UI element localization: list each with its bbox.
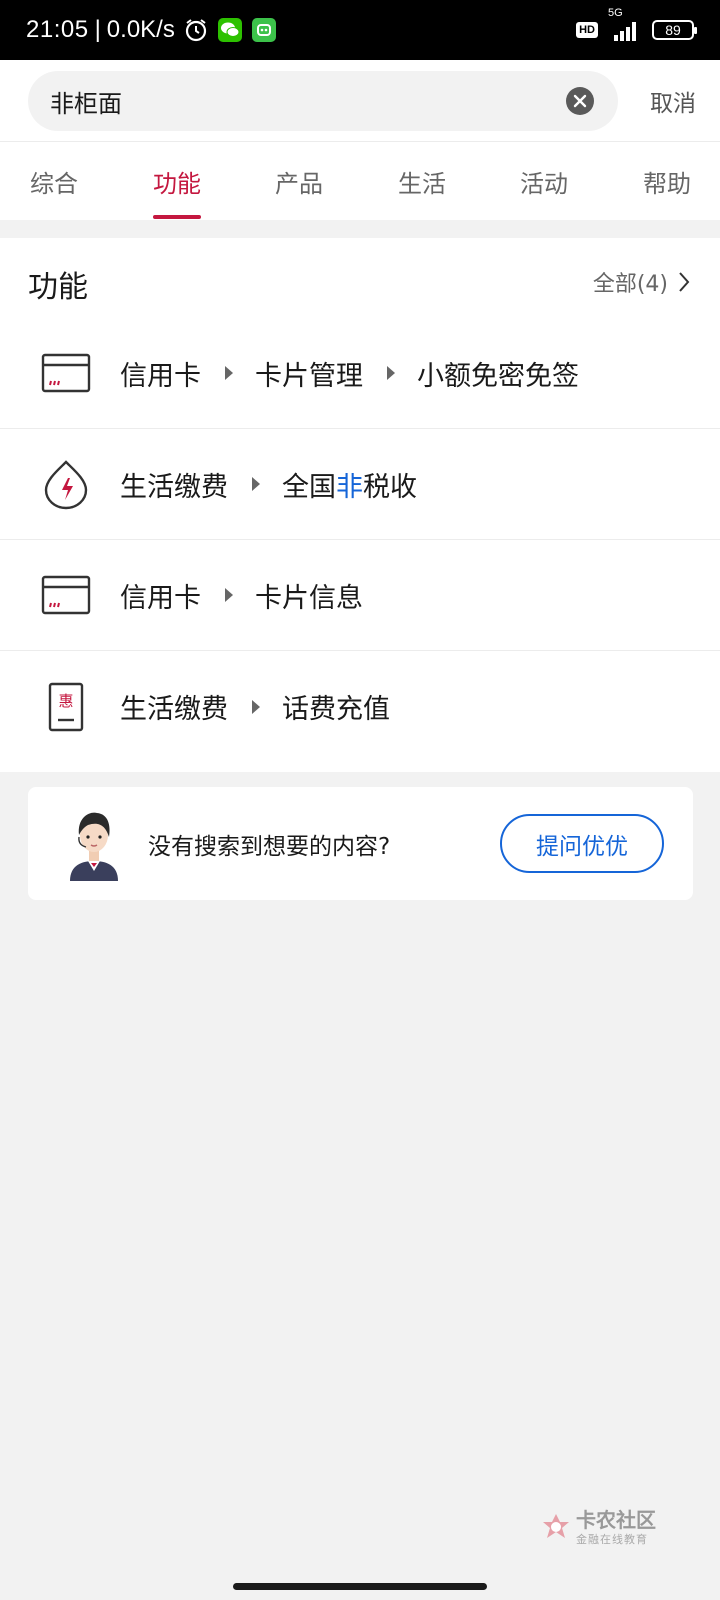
watermark-subtitle: 金融在线教育: [576, 1533, 648, 1546]
search-header: 取消: [0, 60, 720, 142]
function-path: 信用卡 卡片管理 小额免密免签: [120, 354, 579, 393]
phone-recharge-icon-glyph: 惠: [58, 692, 73, 710]
signal-icon: 5G: [608, 7, 642, 41]
caret-right-icon: [252, 477, 260, 491]
tab-help[interactable]: 帮助: [643, 164, 691, 199]
credit-card-icon: [40, 347, 92, 399]
path-segment: 生活缴费: [120, 694, 228, 725]
battery-level: 89: [665, 22, 681, 38]
home-indicator[interactable]: [233, 1583, 487, 1590]
battery-icon: 89: [652, 20, 697, 40]
watermark: 卡农社区 金融在线教育: [540, 1510, 656, 1545]
status-bar: 21:05 | 0.0K/s HD 5G 89: [0, 0, 720, 60]
category-tabs: 综合 功能 产品 生活 活动 帮助: [0, 142, 720, 220]
assistant-avatar: [64, 805, 124, 881]
path-segment: 卡片管理: [255, 360, 363, 392]
caret-right-icon: [252, 699, 260, 714]
tab-activities[interactable]: 活动: [520, 164, 568, 199]
function-item[interactable]: 生活缴费 全国非税收: [0, 429, 720, 540]
path-segment-highlighted: 全国非税收: [282, 465, 417, 504]
help-prompt-card: 没有搜索到想要的内容? 提问优优: [28, 787, 693, 900]
path-segment: 信用卡: [120, 582, 201, 614]
function-path: 生活缴费 全国非税收: [120, 465, 417, 504]
close-icon: [573, 94, 587, 108]
search-match-highlight: 非: [336, 471, 363, 503]
section-title: 功能: [28, 270, 88, 305]
cancel-button[interactable]: 取消: [650, 84, 696, 118]
function-path: 生活缴费 话费充值: [120, 687, 390, 726]
search-input[interactable]: [50, 87, 520, 115]
function-item[interactable]: 信用卡 卡片信息: [0, 540, 720, 651]
path-segment: 小额免密免签: [417, 360, 579, 392]
alarm-icon: [183, 17, 209, 43]
functions-section: 功能 全部(4) 信用卡 卡片管理 小额免密免签 生活缴费 全国非税收 信用卡 …: [0, 238, 720, 772]
wechat-icon: [217, 17, 243, 43]
credit-card-icon: [40, 569, 92, 621]
caret-right-icon: [225, 588, 233, 602]
function-item[interactable]: 惠 生活缴费 话费充值: [0, 651, 720, 762]
tab-functions[interactable]: 功能: [153, 164, 201, 199]
watermark-logo-icon: [543, 1513, 569, 1538]
path-text: 全国: [282, 471, 336, 503]
caret-right-icon: [225, 366, 233, 380]
app-notification-icon: [251, 17, 277, 43]
status-net-speed: 0.0K/s: [106, 16, 175, 43]
network-label: 5G: [608, 7, 623, 19]
phone-recharge-icon: 惠: [40, 681, 92, 733]
status-separator: |: [94, 16, 101, 43]
path-text: 税收: [363, 471, 417, 503]
function-item[interactable]: 信用卡 卡片管理 小额免密免签: [0, 318, 720, 429]
path-segment: 卡片信息: [255, 582, 363, 614]
chevron-right-icon: [678, 271, 690, 293]
tab-products[interactable]: 产品: [275, 164, 323, 199]
tab-life[interactable]: 生活: [398, 164, 446, 199]
utility-payment-icon: [40, 458, 92, 510]
function-path: 信用卡 卡片信息: [120, 576, 363, 615]
path-segment: 生活缴费: [120, 471, 228, 503]
ask-question-button[interactable]: 提问优优: [500, 814, 664, 873]
caret-right-icon: [387, 366, 395, 380]
search-box[interactable]: [28, 71, 618, 131]
view-all-label: 全部(4): [592, 272, 668, 297]
clear-search-button[interactable]: [566, 87, 594, 115]
watermark-title: 卡农社区: [576, 1508, 656, 1532]
path-segment: 信用卡: [120, 360, 201, 392]
path-segment: 话费充值: [282, 694, 390, 725]
active-tab-indicator: [153, 215, 201, 219]
hd-badge: HD: [576, 22, 598, 38]
status-time: 21:05: [26, 16, 89, 43]
help-prompt-text: 没有搜索到想要的内容?: [148, 834, 391, 860]
tab-comprehensive[interactable]: 综合: [30, 164, 78, 199]
view-all-link[interactable]: 全部(4): [593, 266, 690, 298]
